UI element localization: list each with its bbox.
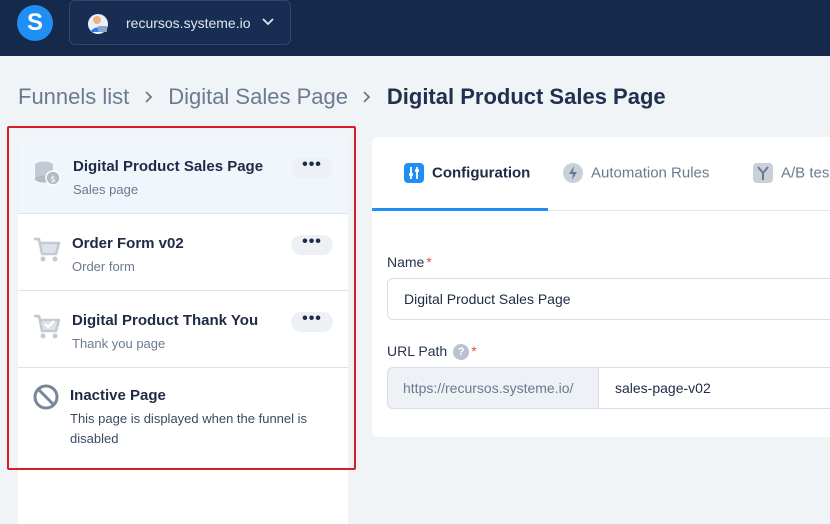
name-input[interactable]: Digital Product Sales Page — [387, 278, 830, 320]
url-prefix: https://recursos.systeme.io/ — [387, 367, 599, 409]
settings-tabs: Configuration Automation Rules A/B tes — [372, 137, 830, 211]
name-field-label: Name * — [387, 254, 432, 270]
help-icon[interactable]: ? — [453, 344, 470, 361]
bolt-icon — [563, 163, 583, 183]
url-path-input[interactable]: sales-page-v02 — [599, 367, 830, 409]
tab-ab-test[interactable]: A/B tes — [753, 163, 829, 183]
sliders-icon — [404, 163, 424, 183]
tab-label: Configuration — [432, 164, 531, 182]
chevron-right-icon — [145, 91, 153, 103]
required-mark: * — [426, 254, 432, 270]
split-icon — [753, 163, 773, 183]
workspace-selector[interactable]: recursos.systeme.io — [69, 0, 291, 45]
chevron-right-icon — [363, 91, 371, 103]
tab-label: A/B tes — [781, 164, 830, 182]
url-path-field-label: URL Path? * — [387, 343, 477, 361]
active-tab-indicator — [372, 208, 548, 211]
breadcrumb: Funnels list Digital Sales Page Digital … — [18, 84, 666, 114]
top-bar: S recursos.systeme.io — [0, 0, 830, 56]
tab-configuration[interactable]: Configuration — [404, 163, 530, 183]
tab-automation-rules[interactable]: Automation Rules — [563, 163, 709, 183]
breadcrumb-current-page: Digital Product Sales Page — [386, 84, 666, 109]
breadcrumb-funnels-list[interactable]: Funnels list — [18, 84, 129, 110]
url-path-label-text: URL Path — [387, 343, 448, 359]
systeme-logo[interactable]: S — [17, 5, 53, 41]
name-label-text: Name — [387, 254, 425, 270]
page-settings-panel: Configuration Automation Rules A/B tes N… — [372, 137, 830, 437]
highlight-box — [7, 126, 356, 470]
tab-label: Automation Rules — [591, 164, 710, 182]
required-mark: * — [471, 343, 477, 359]
breadcrumb-funnel[interactable]: Digital Sales Page — [168, 84, 348, 110]
workspace-avatar-icon — [88, 14, 108, 34]
chevron-down-icon — [262, 18, 274, 26]
workspace-label: recursos.systeme.io — [126, 15, 251, 31]
